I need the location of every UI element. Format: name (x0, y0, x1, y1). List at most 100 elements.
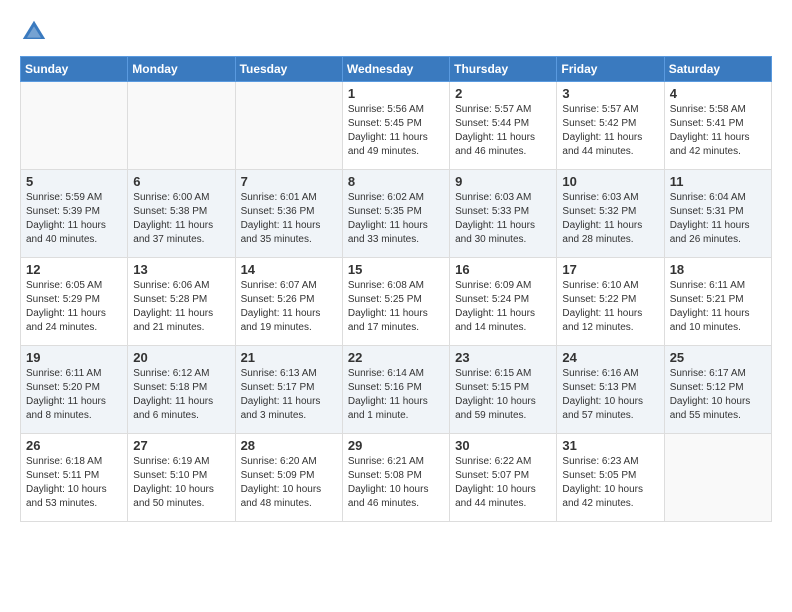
table-row: 2 Sunrise: 5:57 AM Sunset: 5:44 PM Daylig… (450, 82, 557, 170)
day-info: Sunrise: 6:15 AM Sunset: 5:15 PM Dayligh… (455, 367, 551, 423)
day-info: Sunrise: 6:20 AM Sunset: 5:09 PM Dayligh… (241, 455, 337, 511)
day-info: Sunrise: 6:22 AM Sunset: 5:07 PM Dayligh… (455, 455, 551, 511)
day-number: 10 (562, 174, 658, 189)
day-number: 17 (562, 262, 658, 277)
header-wednesday: Wednesday (342, 57, 449, 82)
day-info: Sunrise: 6:10 AM Sunset: 5:22 PM Dayligh… (562, 279, 658, 335)
day-number: 24 (562, 350, 658, 365)
header-monday: Monday (128, 57, 235, 82)
table-row: 20Sunrise: 6:12 AM Sunset: 5:18 PM Dayli… (128, 346, 235, 434)
day-number: 23 (455, 350, 551, 365)
calendar-week-row: 12 Sunrise: 6:05 AM Sunset: 5:29 PM Dayli… (21, 258, 772, 346)
table-row (128, 82, 235, 170)
calendar-table: Sunday Monday Tuesday Wednesday Thursday… (20, 56, 772, 522)
day-info: Sunrise: 5:57 AM Sunset: 5:42 PM Dayligh… (562, 103, 658, 159)
day-info: Sunrise: 6:05 AM Sunset: 5:29 PM Dayligh… (26, 279, 122, 335)
header-saturday: Saturday (664, 57, 771, 82)
day-info: Sunrise: 6:09 AM Sunset: 5:24 PM Dayligh… (455, 279, 551, 335)
table-row (21, 82, 128, 170)
day-number: 2 (455, 86, 551, 101)
table-row: 28Sunrise: 6:20 AM Sunset: 5:09 PM Dayli… (235, 434, 342, 522)
table-row: 18 Sunrise: 6:11 AM Sunset: 5:21 PM Dayli… (664, 258, 771, 346)
table-row: 5 Sunrise: 5:59 AM Sunset: 5:39 PM Daylig… (21, 170, 128, 258)
day-info: Sunrise: 6:03 AM Sunset: 5:32 PM Dayligh… (562, 191, 658, 247)
day-number: 21 (241, 350, 337, 365)
day-number: 5 (26, 174, 122, 189)
day-info: Sunrise: 5:57 AM Sunset: 5:44 PM Dayligh… (455, 103, 551, 159)
header-friday: Friday (557, 57, 664, 82)
day-info: Sunrise: 6:18 AM Sunset: 5:11 PM Dayligh… (26, 455, 122, 511)
calendar-week-row: 19 Sunrise: 6:11 AM Sunset: 5:20 PM Dayli… (21, 346, 772, 434)
day-number: 9 (455, 174, 551, 189)
table-row: 16 Sunrise: 6:09 AM Sunset: 5:24 PM Dayli… (450, 258, 557, 346)
logo (20, 18, 52, 46)
day-number: 13 (133, 262, 229, 277)
day-number: 4 (670, 86, 766, 101)
day-number: 14 (241, 262, 337, 277)
day-number: 22 (348, 350, 444, 365)
table-row: 8 Sunrise: 6:02 AM Sunset: 5:35 PM Daylig… (342, 170, 449, 258)
table-row: 13Sunrise: 6:06 AM Sunset: 5:28 PM Dayli… (128, 258, 235, 346)
table-row (664, 434, 771, 522)
day-number: 30 (455, 438, 551, 453)
table-row: 9Sunrise: 6:03 AM Sunset: 5:33 PM Daylig… (450, 170, 557, 258)
table-row: 4Sunrise: 5:58 AM Sunset: 5:41 PM Daylig… (664, 82, 771, 170)
day-number: 12 (26, 262, 122, 277)
table-row: 21 Sunrise: 6:13 AM Sunset: 5:17 PM Dayli… (235, 346, 342, 434)
table-row: 29Sunrise: 6:21 AM Sunset: 5:08 PM Dayli… (342, 434, 449, 522)
day-info: Sunrise: 6:02 AM Sunset: 5:35 PM Dayligh… (348, 191, 444, 247)
day-info: Sunrise: 6:13 AM Sunset: 5:17 PM Dayligh… (241, 367, 337, 423)
day-info: Sunrise: 6:11 AM Sunset: 5:21 PM Dayligh… (670, 279, 766, 335)
day-number: 20 (133, 350, 229, 365)
day-number: 1 (348, 86, 444, 101)
day-number: 19 (26, 350, 122, 365)
day-info: Sunrise: 6:19 AM Sunset: 5:10 PM Dayligh… (133, 455, 229, 511)
day-info: Sunrise: 6:16 AM Sunset: 5:13 PM Dayligh… (562, 367, 658, 423)
day-number: 7 (241, 174, 337, 189)
day-info: Sunrise: 5:59 AM Sunset: 5:39 PM Dayligh… (26, 191, 122, 247)
day-info: Sunrise: 6:07 AM Sunset: 5:26 PM Dayligh… (241, 279, 337, 335)
day-number: 11 (670, 174, 766, 189)
table-row: 17 Sunrise: 6:10 AM Sunset: 5:22 PM Dayli… (557, 258, 664, 346)
day-number: 15 (348, 262, 444, 277)
table-row: 23 Sunrise: 6:15 AM Sunset: 5:15 PM Dayli… (450, 346, 557, 434)
day-info: Sunrise: 6:14 AM Sunset: 5:16 PM Dayligh… (348, 367, 444, 423)
calendar-week-row: 5 Sunrise: 5:59 AM Sunset: 5:39 PM Daylig… (21, 170, 772, 258)
day-number: 25 (670, 350, 766, 365)
table-row: 3 Sunrise: 5:57 AM Sunset: 5:42 PM Daylig… (557, 82, 664, 170)
table-row: 7 Sunrise: 6:01 AM Sunset: 5:36 PM Daylig… (235, 170, 342, 258)
table-row: 15 Sunrise: 6:08 AM Sunset: 5:25 PM Dayli… (342, 258, 449, 346)
day-info: Sunrise: 6:23 AM Sunset: 5:05 PM Dayligh… (562, 455, 658, 511)
day-number: 26 (26, 438, 122, 453)
table-row: 19 Sunrise: 6:11 AM Sunset: 5:20 PM Dayli… (21, 346, 128, 434)
table-row: 26 Sunrise: 6:18 AM Sunset: 5:11 PM Dayli… (21, 434, 128, 522)
header-tuesday: Tuesday (235, 57, 342, 82)
table-row: 30 Sunrise: 6:22 AM Sunset: 5:07 PM Dayli… (450, 434, 557, 522)
table-row: 27 Sunrise: 6:19 AM Sunset: 5:10 PM Dayli… (128, 434, 235, 522)
page-container: Sunday Monday Tuesday Wednesday Thursday… (0, 0, 792, 532)
calendar-week-row: 1 Sunrise: 5:56 AM Sunset: 5:45 PM Daylig… (21, 82, 772, 170)
day-number: 18 (670, 262, 766, 277)
table-row: 22 Sunrise: 6:14 AM Sunset: 5:16 PM Dayli… (342, 346, 449, 434)
day-number: 16 (455, 262, 551, 277)
header-sunday: Sunday (21, 57, 128, 82)
table-row: 24 Sunrise: 6:16 AM Sunset: 5:13 PM Dayli… (557, 346, 664, 434)
day-info: Sunrise: 5:56 AM Sunset: 5:45 PM Dayligh… (348, 103, 444, 159)
weekday-header-row: Sunday Monday Tuesday Wednesday Thursday… (21, 57, 772, 82)
table-row: 11 Sunrise: 6:04 AM Sunset: 5:31 PM Dayli… (664, 170, 771, 258)
table-row (235, 82, 342, 170)
day-info: Sunrise: 6:01 AM Sunset: 5:36 PM Dayligh… (241, 191, 337, 247)
day-info: Sunrise: 6:11 AM Sunset: 5:20 PM Dayligh… (26, 367, 122, 423)
header (20, 18, 772, 46)
table-row: 10 Sunrise: 6:03 AM Sunset: 5:32 PM Dayli… (557, 170, 664, 258)
day-number: 3 (562, 86, 658, 101)
day-number: 27 (133, 438, 229, 453)
logo-icon (20, 18, 48, 46)
table-row: 14 Sunrise: 6:07 AM Sunset: 5:26 PM Dayli… (235, 258, 342, 346)
day-number: 31 (562, 438, 658, 453)
day-info: Sunrise: 6:04 AM Sunset: 5:31 PM Dayligh… (670, 191, 766, 247)
table-row: 31 Sunrise: 6:23 AM Sunset: 5:05 PM Dayli… (557, 434, 664, 522)
day-info: Sunrise: 6:08 AM Sunset: 5:25 PM Dayligh… (348, 279, 444, 335)
day-number: 8 (348, 174, 444, 189)
table-row: 12 Sunrise: 6:05 AM Sunset: 5:29 PM Dayli… (21, 258, 128, 346)
